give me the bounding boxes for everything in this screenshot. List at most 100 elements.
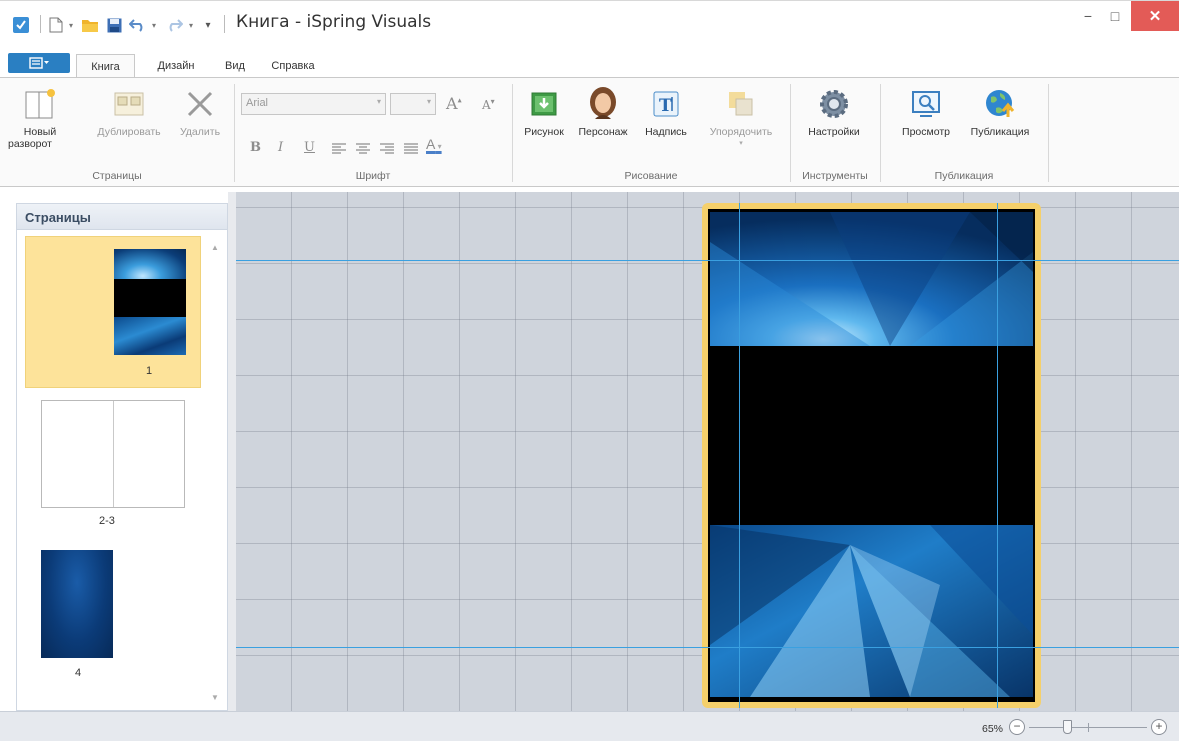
- zoom-slider-center-tick: [1088, 723, 1089, 732]
- caption-button[interactable]: T Надпись: [636, 86, 696, 138]
- character-button[interactable]: Персонаж: [572, 86, 634, 138]
- publish-label: Публикация: [970, 126, 1030, 138]
- delete-label: Удалить: [179, 126, 221, 138]
- picture-button[interactable]: Рисунок: [518, 86, 570, 138]
- vertical-guide[interactable]: [739, 203, 740, 708]
- horizontal-guide[interactable]: [236, 647, 1179, 648]
- font-color-icon: A: [426, 136, 436, 152]
- delete-button[interactable]: Удалить: [170, 86, 230, 138]
- save-icon[interactable]: [105, 14, 123, 36]
- close-button[interactable]: ✕: [1131, 1, 1179, 31]
- undo-icon[interactable]: [128, 14, 148, 36]
- page-thumbnail-4[interactable]: [41, 550, 113, 658]
- preview-button[interactable]: Просмотр: [892, 86, 960, 138]
- redo-icon[interactable]: [164, 14, 184, 36]
- page-thumbnail-1[interactable]: 1: [25, 236, 201, 388]
- shrink-font-icon: A: [482, 98, 491, 112]
- horizontal-guide[interactable]: [236, 260, 1179, 261]
- pages-group-label: Страницы: [92, 170, 142, 182]
- character-label: Персонаж: [578, 126, 628, 138]
- file-menu-button[interactable]: [8, 53, 70, 73]
- arrange-icon: [723, 86, 759, 122]
- status-bar: 65% − +: [0, 711, 1179, 741]
- grow-font-button[interactable]: A▴: [446, 94, 462, 113]
- italic-button[interactable]: I: [278, 140, 283, 155]
- scroll-up-icon[interactable]: ▲: [211, 243, 219, 252]
- new-spread-label-1: Новый: [23, 126, 57, 138]
- zoom-out-button[interactable]: −: [1009, 719, 1025, 735]
- preview-icon: [908, 86, 944, 122]
- cover-bottom-image[interactable]: [710, 525, 1033, 697]
- tab-help[interactable]: Справка: [262, 54, 324, 77]
- preview-label: Просмотр: [902, 126, 950, 138]
- publish-button[interactable]: Публикация: [960, 86, 1040, 138]
- new-dropdown-icon[interactable]: ▾: [66, 14, 76, 36]
- redo-dropdown-icon[interactable]: ▾: [186, 14, 196, 36]
- divider: [224, 15, 225, 33]
- arrange-button[interactable]: Упорядочить ▾: [698, 86, 784, 150]
- align-center-icon[interactable]: [356, 142, 370, 160]
- app-icon[interactable]: [10, 14, 32, 36]
- caption-icon: T: [648, 86, 684, 122]
- caption-label: Надпись: [645, 126, 687, 138]
- arrange-dropdown-icon: ▾: [739, 140, 743, 147]
- new-spread-button[interactable]: Новый разворот: [6, 86, 74, 150]
- picture-icon: [526, 86, 562, 122]
- panel-splitter[interactable]: [228, 192, 236, 711]
- title-bar: ▾ ▾ ▾ ▾ Книга - iSpring Visuals − □ ✕: [0, 0, 1179, 46]
- thumbnail-image: [114, 249, 186, 355]
- zoom-slider-thumb[interactable]: [1062, 720, 1072, 734]
- pages-scrollbar[interactable]: ▲ ▼: [206, 231, 226, 709]
- page-number-1: 1: [146, 365, 153, 377]
- drawing-group-label: Рисование: [624, 170, 678, 182]
- character-icon: [585, 86, 621, 122]
- shrink-font-button[interactable]: A▾: [482, 97, 495, 112]
- scroll-down-icon[interactable]: ▼: [211, 693, 219, 702]
- ribbon-separator: [790, 84, 791, 182]
- new-spread-label-2: разворот: [8, 138, 52, 150]
- cover-top-image[interactable]: [710, 212, 1033, 346]
- tab-view[interactable]: Вид: [218, 54, 252, 77]
- duplicate-button[interactable]: Дублировать: [86, 86, 172, 138]
- settings-button[interactable]: Настройки: [796, 86, 872, 138]
- page-number-2-3: 2-3: [99, 515, 115, 527]
- tools-group-label: Инструменты: [802, 170, 868, 182]
- align-left-icon[interactable]: [332, 142, 346, 160]
- canvas-workspace[interactable]: [236, 192, 1179, 711]
- vertical-guide[interactable]: [997, 203, 998, 708]
- divider: [40, 15, 41, 33]
- font-name-combo[interactable]: Arial ▾: [241, 93, 386, 115]
- page-thumbnail-2-3[interactable]: [41, 400, 185, 508]
- bold-button[interactable]: B: [250, 140, 261, 155]
- font-group-label: Шрифт: [355, 170, 391, 182]
- tab-book[interactable]: Книга: [76, 54, 135, 77]
- font-name-dropdown-icon: ▾: [376, 97, 381, 106]
- font-size-combo[interactable]: ▾: [390, 93, 436, 115]
- zoom-level: 65%: [982, 723, 1004, 735]
- align-right-icon[interactable]: [380, 142, 394, 160]
- undo-dropdown-icon[interactable]: ▾: [149, 14, 159, 36]
- picture-label: Рисунок: [524, 126, 564, 138]
- ribbon-separator: [880, 84, 881, 182]
- font-color-button[interactable]: A ▾: [426, 136, 442, 152]
- ribbon-tabs: Книга Дизайн Вид Справка: [0, 50, 1179, 77]
- ribbon: Новый разворот Дублировать Удалить Стран…: [0, 77, 1179, 187]
- file-menu-icon: [29, 57, 49, 69]
- new-spread-icon: [22, 86, 58, 122]
- open-folder-icon[interactable]: [80, 14, 100, 36]
- customize-icon[interactable]: ▾: [200, 14, 216, 36]
- book-cover-page[interactable]: [702, 203, 1041, 708]
- font-size-dropdown-icon: ▾: [426, 97, 431, 106]
- new-file-icon[interactable]: [48, 14, 64, 36]
- pages-panel-title: Страницы: [17, 204, 227, 230]
- align-justify-icon[interactable]: [404, 142, 418, 160]
- underline-button[interactable]: U: [304, 140, 315, 155]
- page-number-4: 4: [75, 667, 82, 679]
- zoom-in-button[interactable]: +: [1151, 719, 1167, 735]
- maximize-button[interactable]: □: [1100, 1, 1130, 31]
- duplicate-label: Дублировать: [97, 126, 161, 138]
- globe-icon: [982, 86, 1018, 122]
- ribbon-separator: [512, 84, 513, 182]
- tab-design[interactable]: Дизайн: [145, 54, 207, 77]
- font-name-value: Arial: [246, 97, 269, 109]
